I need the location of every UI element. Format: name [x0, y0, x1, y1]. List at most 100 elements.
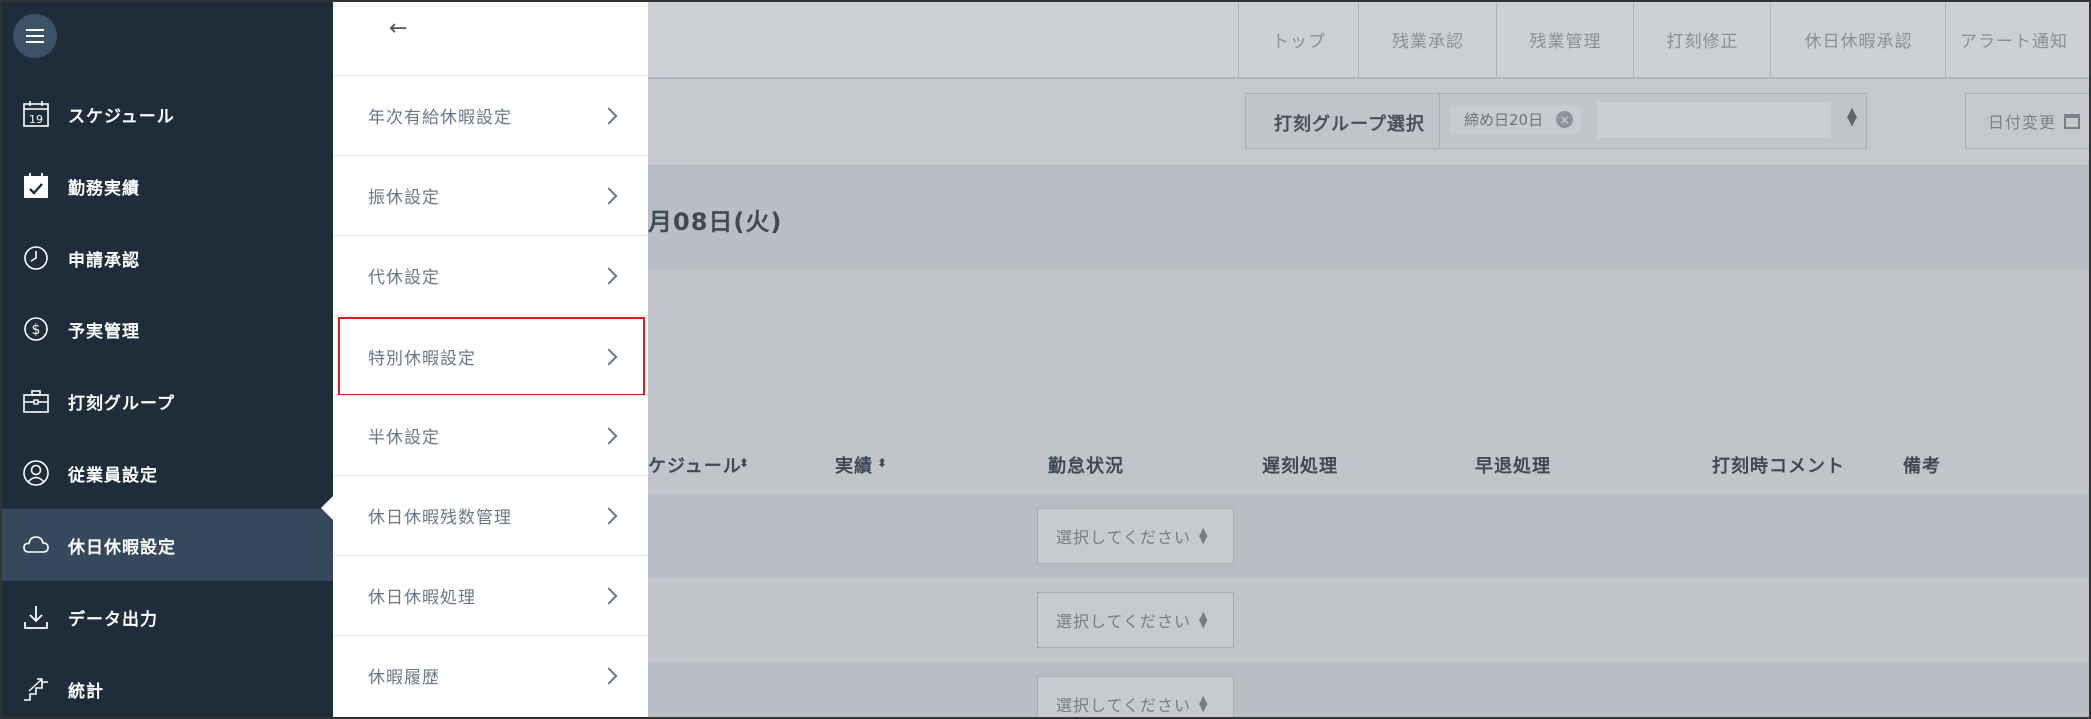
tab-holiday-approval[interactable]: 休日休暇承認 [1770, 2, 1946, 77]
chevron-right-icon [600, 427, 618, 444]
submenu-item-label: 休日休暇残数管理 [368, 508, 512, 528]
submenu-item-label: 特別休暇設定 [368, 349, 476, 369]
status-select-value: 選択してください [1056, 528, 1192, 547]
sidebar-item-label: 打刻グループ [68, 393, 175, 414]
select-updown-icon: ▲ ▼ [1199, 609, 1209, 630]
col-late: 遅刻処理 [1262, 456, 1338, 477]
submenu-item-label: 半休設定 [368, 428, 440, 448]
stamp-group-selector: 打刻グループ選択 締め日20日 × ▲ ▼ [1245, 93, 1867, 149]
stamp-group-label: 打刻グループ選択 [1274, 114, 1425, 135]
clock-icon [21, 243, 51, 273]
calendar-check-icon [21, 171, 51, 201]
chevron-right-icon [600, 587, 618, 604]
sort-icon[interactable]: ⬍ [877, 456, 888, 470]
calendar-19-icon: 19 [21, 99, 51, 129]
date-change-label: 日付変更 [1988, 113, 2057, 132]
sidebar-item-schedule[interactable]: 19 スケジュール [2, 78, 333, 150]
chip-label: 締め日20日 [1464, 111, 1544, 129]
chevron-right-icon [600, 187, 618, 204]
col-actual[interactable]: 実績 [835, 452, 873, 478]
cloud-icon [21, 530, 51, 560]
col-schedule[interactable]: ケジュール [648, 452, 742, 478]
submenu-panel: ← 年次有給休暇設定 振休設定 代休設定 特別休暇設定 半休設定 休日休暇残数管… [333, 2, 648, 717]
submenu-item-leave-balance[interactable]: 休日休暇残数管理 [333, 476, 648, 555]
sidebar-item-data-export[interactable]: データ出力 [2, 581, 333, 653]
select-updown-icon: ▲ ▼ [1847, 105, 1857, 129]
sidebar: 19 スケジュール 勤務実績 申請承認 $ 予実管理 打刻グループ 従業員設定 … [2, 2, 334, 717]
sidebar-item-stamp-group[interactable]: 打刻グループ [2, 365, 333, 437]
sidebar-item-label: 統計 [68, 681, 104, 702]
svg-text:$: $ [32, 322, 41, 338]
tab-stamp-correction[interactable]: 打刻修正 [1633, 2, 1771, 77]
chevron-right-icon [600, 507, 618, 524]
sort-icon[interactable]: ⬍ [739, 456, 750, 470]
status-select-value: 選択してください [1056, 696, 1192, 715]
sidebar-item-employee[interactable]: 従業員設定 [2, 437, 333, 509]
submenu-item-label: 休日休暇処理 [368, 588, 476, 608]
divider [333, 315, 648, 316]
download-icon [21, 602, 51, 632]
submenu-item-label: 年次有給休暇設定 [368, 108, 512, 128]
submenu-item-special-leave[interactable]: 特別休暇設定 [338, 317, 645, 396]
chevron-right-icon [600, 667, 618, 684]
chevron-right-icon [600, 107, 618, 124]
chip-remove-icon[interactable]: × [1556, 111, 1574, 128]
col-early: 早退処理 [1475, 456, 1551, 477]
app-window: 19 スケジュール 勤務実績 申請承認 $ 予実管理 打刻グループ 従業員設定 … [0, 0, 2091, 719]
selected-group-chip: 締め日20日 × [1450, 105, 1582, 134]
status-select-value: 選択してください [1056, 612, 1192, 631]
sidebar-item-statistics[interactable]: 統計 [2, 653, 333, 717]
col-comment: 打刻時コメント [1712, 456, 1845, 477]
sidebar-item-label: 従業員設定 [68, 465, 158, 486]
col-note: 備考 [1903, 456, 1941, 477]
sidebar-item-holiday-settings[interactable]: 休日休暇設定 [2, 509, 333, 581]
chevron-right-icon [600, 267, 618, 284]
sidebar-item-label: データ出力 [68, 609, 158, 630]
sidebar-item-work-record[interactable]: 勤務実績 [2, 150, 333, 222]
table-row: 選択してください ▲ ▼ [648, 662, 2089, 717]
table-row: 選択してください ▲ ▼ [648, 494, 2089, 578]
tab-overtime-management[interactable]: 残業管理 [1496, 2, 1634, 77]
toolbar: 打刻グループ選択 締め日20日 × ▲ ▼ 日付変更 [648, 79, 2089, 166]
svg-text:19: 19 [29, 113, 43, 126]
select-updown-icon: ▲ ▼ [1199, 693, 1209, 714]
group-search-input[interactable] [1597, 102, 1831, 138]
stamp-group-select[interactable]: 締め日20日 × ▲ ▼ [1439, 94, 1869, 148]
hamburger-menu-icon[interactable] [13, 14, 57, 58]
submenu-item-substitute-holiday[interactable]: 振休設定 [333, 156, 648, 235]
submenu-item-leave-processing[interactable]: 休日休暇処理 [333, 556, 648, 635]
submenu-item-annual-paid-leave[interactable]: 年次有給休暇設定 [333, 76, 648, 155]
date-title: 月08日(火) [648, 208, 783, 236]
back-arrow-icon[interactable]: ← [389, 16, 407, 41]
user-icon [21, 458, 51, 488]
submenu-item-label: 振休設定 [368, 188, 440, 208]
submenu-item-leave-history[interactable]: 休暇履歴 [333, 636, 648, 715]
sidebar-item-label: 予実管理 [68, 321, 140, 342]
stairs-chart-icon [21, 674, 51, 704]
sidebar-item-label: スケジュール [68, 106, 175, 127]
status-select[interactable]: 選択してください ▲ ▼ [1037, 508, 1234, 564]
tab-alert-notification[interactable]: アラート通知 [1945, 2, 2089, 77]
calendar-icon [2064, 113, 2081, 129]
col-status: 勤怠状況 [1048, 456, 1124, 477]
sidebar-item-label: 休日休暇設定 [68, 537, 176, 558]
briefcase-icon [21, 386, 51, 416]
chevron-right-icon [600, 348, 618, 365]
tab-top[interactable]: トップ [1238, 2, 1359, 77]
tab-overtime-approval[interactable]: 残業承認 [1358, 2, 1497, 77]
date-change-button[interactable]: 日付変更 [1965, 93, 2089, 149]
status-select[interactable]: 選択してください ▲ ▼ [1037, 676, 1234, 717]
submenu-item-label: 代休設定 [368, 268, 440, 288]
main-content-overlay: トップ 残業承認 残業管理 打刻修正 休日休暇承認 アラート通知 打刻グループ選… [648, 2, 2089, 717]
sidebar-item-label: 申請承認 [68, 250, 140, 271]
submenu-item-compensatory-leave[interactable]: 代休設定 [333, 236, 648, 315]
sidebar-item-budget[interactable]: $ 予実管理 [2, 293, 333, 365]
sidebar-item-label: 勤務実績 [68, 178, 140, 199]
select-updown-icon: ▲ ▼ [1199, 525, 1209, 546]
sidebar-item-approval[interactable]: 申請承認 [2, 222, 333, 294]
submenu-item-half-day-leave[interactable]: 半休設定 [333, 396, 648, 475]
submenu-item-label: 休暇履歴 [368, 668, 440, 688]
table-row: 選択してください ▲ ▼ [648, 578, 2089, 662]
dollar-icon: $ [21, 314, 51, 344]
status-select[interactable]: 選択してください ▲ ▼ [1037, 592, 1234, 648]
